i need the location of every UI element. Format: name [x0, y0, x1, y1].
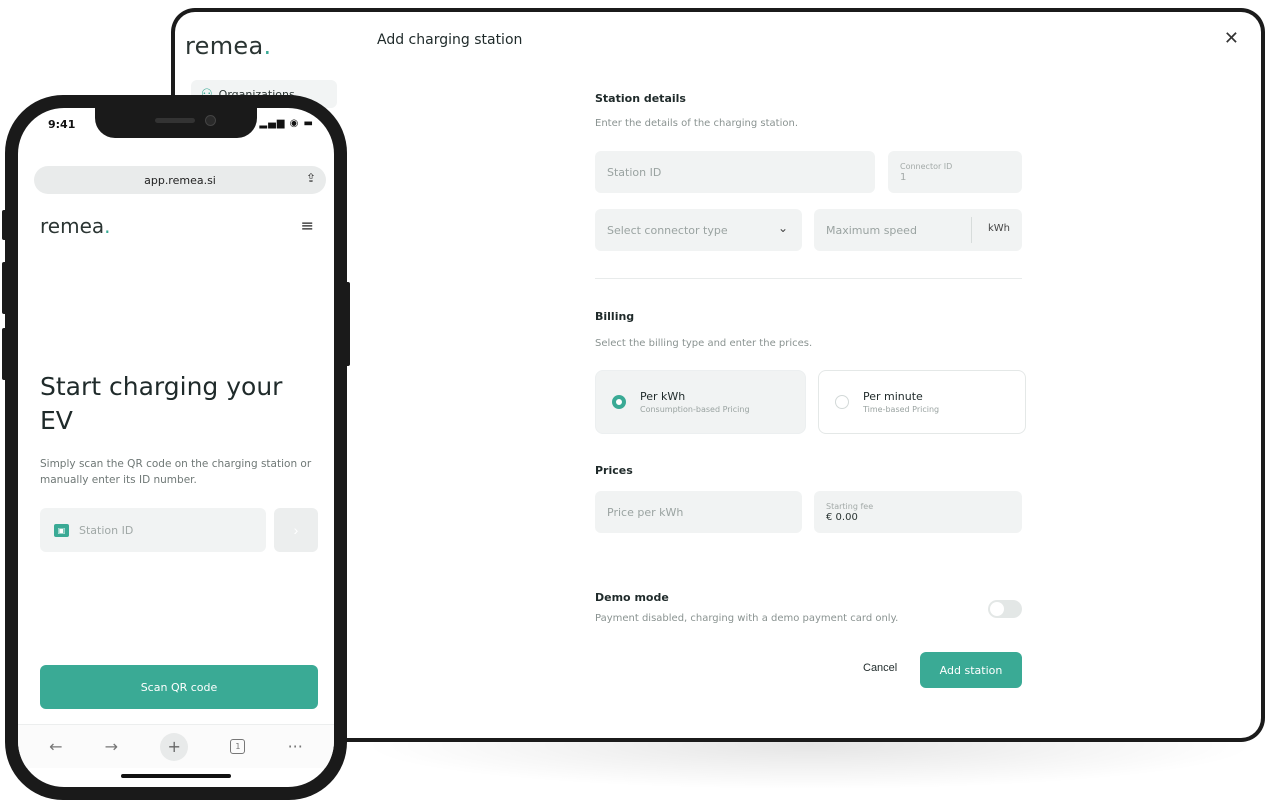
radio-selected-icon[interactable]	[612, 395, 626, 409]
status-time: 9:41	[48, 118, 76, 131]
hero-description: Simply scan the QR code on the charging …	[40, 458, 312, 486]
unit-label: kWh	[987, 223, 1010, 234]
scan-qr-button[interactable]: Scan QR code	[40, 665, 318, 709]
radio-unselected-icon[interactable]	[835, 395, 849, 409]
billing-title: Billing	[595, 310, 635, 323]
back-icon[interactable]: ←	[49, 737, 62, 756]
close-icon[interactable]: ✕	[1224, 28, 1239, 49]
camera-icon	[205, 115, 216, 126]
connector-type-select[interactable]: Select connector type ⌄	[595, 209, 802, 251]
menu-icon[interactable]: ≡	[301, 216, 314, 235]
connector-id-field[interactable]: Connector ID 1	[888, 151, 1022, 193]
billing-description: Select the billing type and enter the pr…	[595, 338, 813, 349]
section-divider	[595, 278, 1022, 279]
new-tab-icon[interactable]: +	[160, 732, 189, 761]
id-card-icon: ▣	[54, 523, 69, 537]
phone-screen: 9:41 ▂▄▆ ◉ ▬ app.remea.si ⇪ remea. ≡ Sta…	[18, 108, 334, 787]
browser-url: app.remea.si	[144, 173, 216, 187]
station-id-field[interactable]: Station ID	[595, 151, 875, 193]
forward-icon[interactable]: →	[105, 737, 118, 756]
add-station-button[interactable]: Add station	[920, 652, 1022, 688]
station-details-title: Station details	[595, 92, 686, 105]
option-sublabel: Consumption-based Pricing	[640, 405, 750, 414]
option-label: Per minute	[863, 390, 923, 403]
brand-logo[interactable]: remea.	[40, 214, 111, 238]
browser-toolbar: ← → + 1 ···	[18, 724, 334, 768]
share-icon[interactable]: ⇪	[306, 171, 316, 185]
submit-station-button[interactable]: ›	[274, 508, 318, 552]
status-icons: ▂▄▆ ◉ ▬	[259, 118, 314, 129]
phone-notch	[95, 108, 257, 138]
tabs-icon[interactable]: 1	[230, 739, 246, 754]
prices-title: Prices	[595, 464, 633, 477]
hero-title: Start charging your EV	[40, 372, 283, 435]
speaker	[155, 118, 195, 123]
demo-mode-title: Demo mode	[595, 591, 669, 604]
starting-fee-field[interactable]: Starting fee € 0.00	[814, 491, 1022, 533]
demo-mode-toggle[interactable]	[988, 600, 1022, 618]
option-label: Per kWh	[640, 390, 686, 403]
maximum-speed-field[interactable]: Maximum speed kWh	[814, 209, 1022, 251]
home-indicator	[121, 774, 231, 778]
demo-mode-description: Payment disabled, charging with a demo p…	[595, 613, 899, 624]
billing-option-per-minute[interactable]: Per minute Time-based Pricing	[818, 370, 1026, 434]
cancel-button[interactable]: Cancel	[863, 662, 897, 674]
station-details-description: Enter the details of the charging statio…	[595, 118, 798, 129]
more-icon[interactable]: ···	[288, 737, 303, 756]
phone-device: 9:41 ▂▄▆ ◉ ▬ app.remea.si ⇪ remea. ≡ Sta…	[5, 95, 347, 800]
station-id-input[interactable]: ▣ Station ID	[40, 508, 266, 552]
modal-title: Add charging station	[377, 32, 523, 48]
billing-option-per-kwh[interactable]: Per kWh Consumption-based Pricing	[595, 370, 806, 434]
price-per-kwh-field[interactable]: Price per kWh	[595, 491, 802, 533]
brand-logo[interactable]: remea.	[185, 32, 271, 60]
unit-separator	[971, 217, 972, 243]
chevron-down-icon: ⌄	[777, 221, 788, 235]
browser-address-bar[interactable]: app.remea.si ⇪	[34, 166, 326, 194]
option-sublabel: Time-based Pricing	[863, 405, 940, 414]
